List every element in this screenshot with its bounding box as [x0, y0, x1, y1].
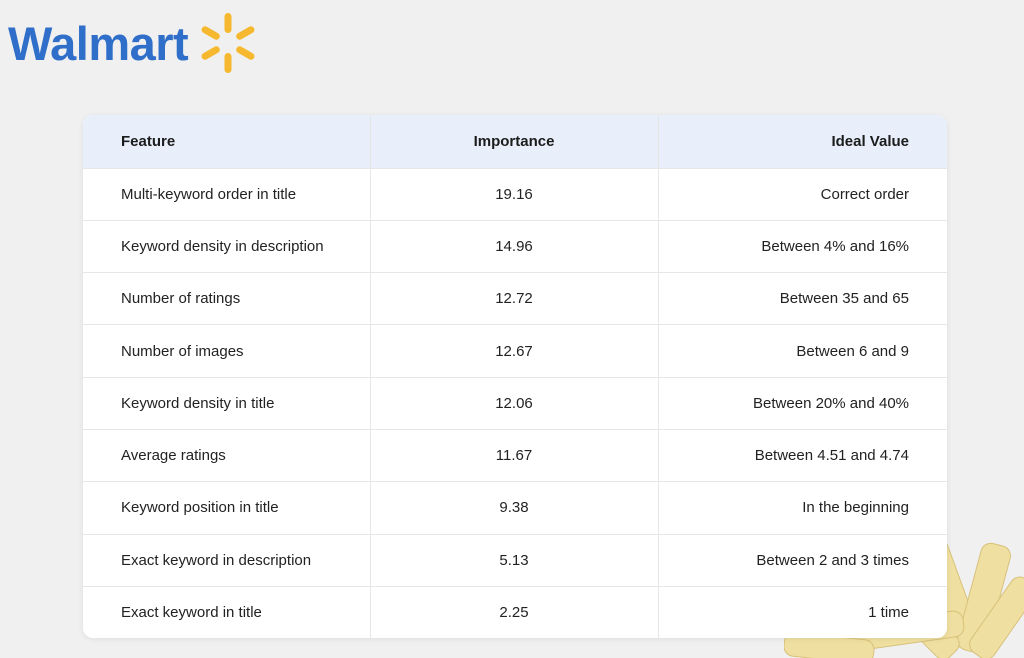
cell-ideal-value: Between 4% and 16% — [657, 219, 947, 273]
cell-ideal-value: Between 4.51 and 4.74 — [657, 428, 947, 482]
header-feature: Feature — [121, 132, 176, 150]
header-ideal-value: Ideal Value — [657, 115, 947, 168]
feature-importance-table-card: Feature Importance Ideal Value Multi-key… — [83, 115, 947, 638]
table-row: Keyword density in title 12.06 Between 2… — [83, 376, 947, 430]
cell-feature: Keyword density in title — [83, 376, 370, 430]
cell-importance: 12.72 — [369, 272, 658, 325]
cell-ideal-value: Between 20% and 40% — [657, 376, 947, 430]
cell-feature: Multi-keyword order in title — [83, 167, 370, 221]
cell-importance: 12.06 — [369, 376, 658, 430]
table-row: Exact keyword in title 2.25 1 time — [83, 585, 947, 638]
cell-feature: Number of images — [83, 324, 370, 378]
cell-feature: Keyword density in description — [83, 219, 370, 273]
table-row: Multi-keyword order in title 19.16 Corre… — [83, 167, 947, 221]
table-row: Exact keyword in description 5.13 Betwee… — [83, 533, 947, 587]
cell-importance: 11.67 — [369, 428, 658, 482]
table-row: Number of images 12.67 Between 6 and 9 — [83, 324, 947, 378]
cell-importance: 9.38 — [369, 481, 658, 535]
cell-feature: Exact keyword in title — [83, 585, 370, 638]
table-row: Keyword density in description 14.96 Bet… — [83, 219, 947, 273]
table-row: Average ratings 11.67 Between 4.51 and 4… — [83, 428, 947, 482]
header-importance: Importance — [369, 115, 658, 168]
cell-feature: Average ratings — [83, 428, 370, 482]
table-row: Keyword position in title 9.38 In the be… — [83, 481, 947, 535]
cell-importance: 2.25 — [369, 585, 658, 638]
feature-importance-table: Feature Importance Ideal Value Multi-key… — [83, 115, 947, 638]
cell-importance: 12.67 — [369, 324, 658, 378]
cell-ideal-value: Between 35 and 65 — [657, 272, 947, 325]
cell-importance: 19.16 — [369, 167, 658, 221]
logo-wordmark: Walmart — [8, 16, 189, 70]
spark-icon — [201, 13, 255, 73]
cell-feature: Exact keyword in description — [83, 533, 370, 587]
cell-ideal-value: Between 6 and 9 — [657, 324, 947, 378]
cell-ideal-value: Correct order — [657, 167, 947, 221]
cell-ideal-value: In the beginning — [657, 481, 947, 535]
table-row: Number of ratings 12.72 Between 35 and 6… — [83, 272, 947, 325]
cell-ideal-value: Between 2 and 3 times — [657, 533, 947, 587]
cell-importance: 14.96 — [369, 219, 658, 273]
cell-feature: Keyword position in title — [83, 481, 370, 535]
walmart-logo: Walmart — [8, 8, 260, 78]
table-header-row: Feature Importance Ideal Value — [83, 115, 947, 168]
cell-importance: 5.13 — [369, 533, 658, 587]
cell-feature: Number of ratings — [83, 272, 370, 325]
cell-ideal-value: 1 time — [657, 585, 947, 638]
